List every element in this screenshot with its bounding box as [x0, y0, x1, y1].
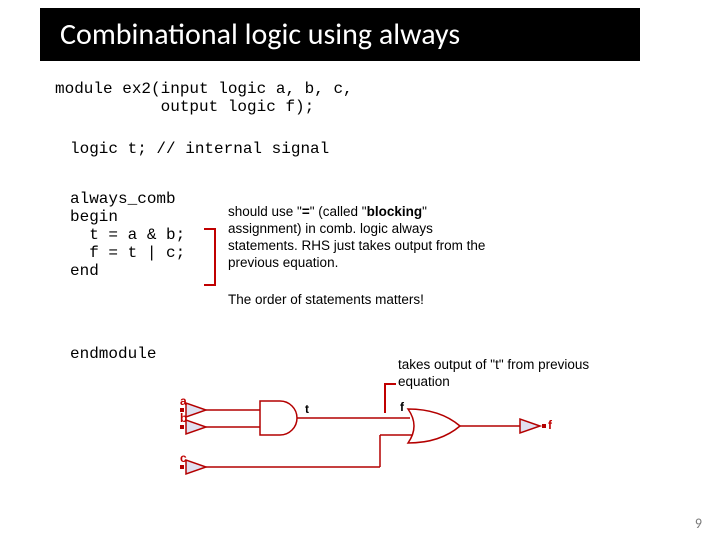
label-f-out: f	[548, 418, 553, 432]
code-endmodule: endmodule	[70, 345, 156, 363]
label-b: b	[180, 411, 187, 425]
label-t: t	[305, 402, 309, 416]
label-a: a	[180, 395, 187, 408]
code-bracket	[204, 228, 216, 286]
page-number: 9	[695, 515, 702, 532]
annotation-blocking: should use "=" (called "blocking" assign…	[228, 204, 488, 272]
code-signal-decl: logic t; // internal signal	[70, 140, 329, 158]
code-module-decl: module ex2(input logic a, b, c, output l…	[55, 80, 353, 116]
annotation-takes-output: takes output of "t" from previous equati…	[398, 357, 598, 391]
label-c: c	[180, 451, 187, 465]
slide-title: Combinational logic using always	[40, 8, 640, 61]
circuit-diagram: a b c t f f	[180, 395, 600, 495]
code-always-block: always_comb begin t = a & b; f = t | c; …	[70, 190, 185, 280]
label-f: f	[400, 400, 405, 414]
annotation-order: The order of statements matters!	[228, 292, 488, 309]
